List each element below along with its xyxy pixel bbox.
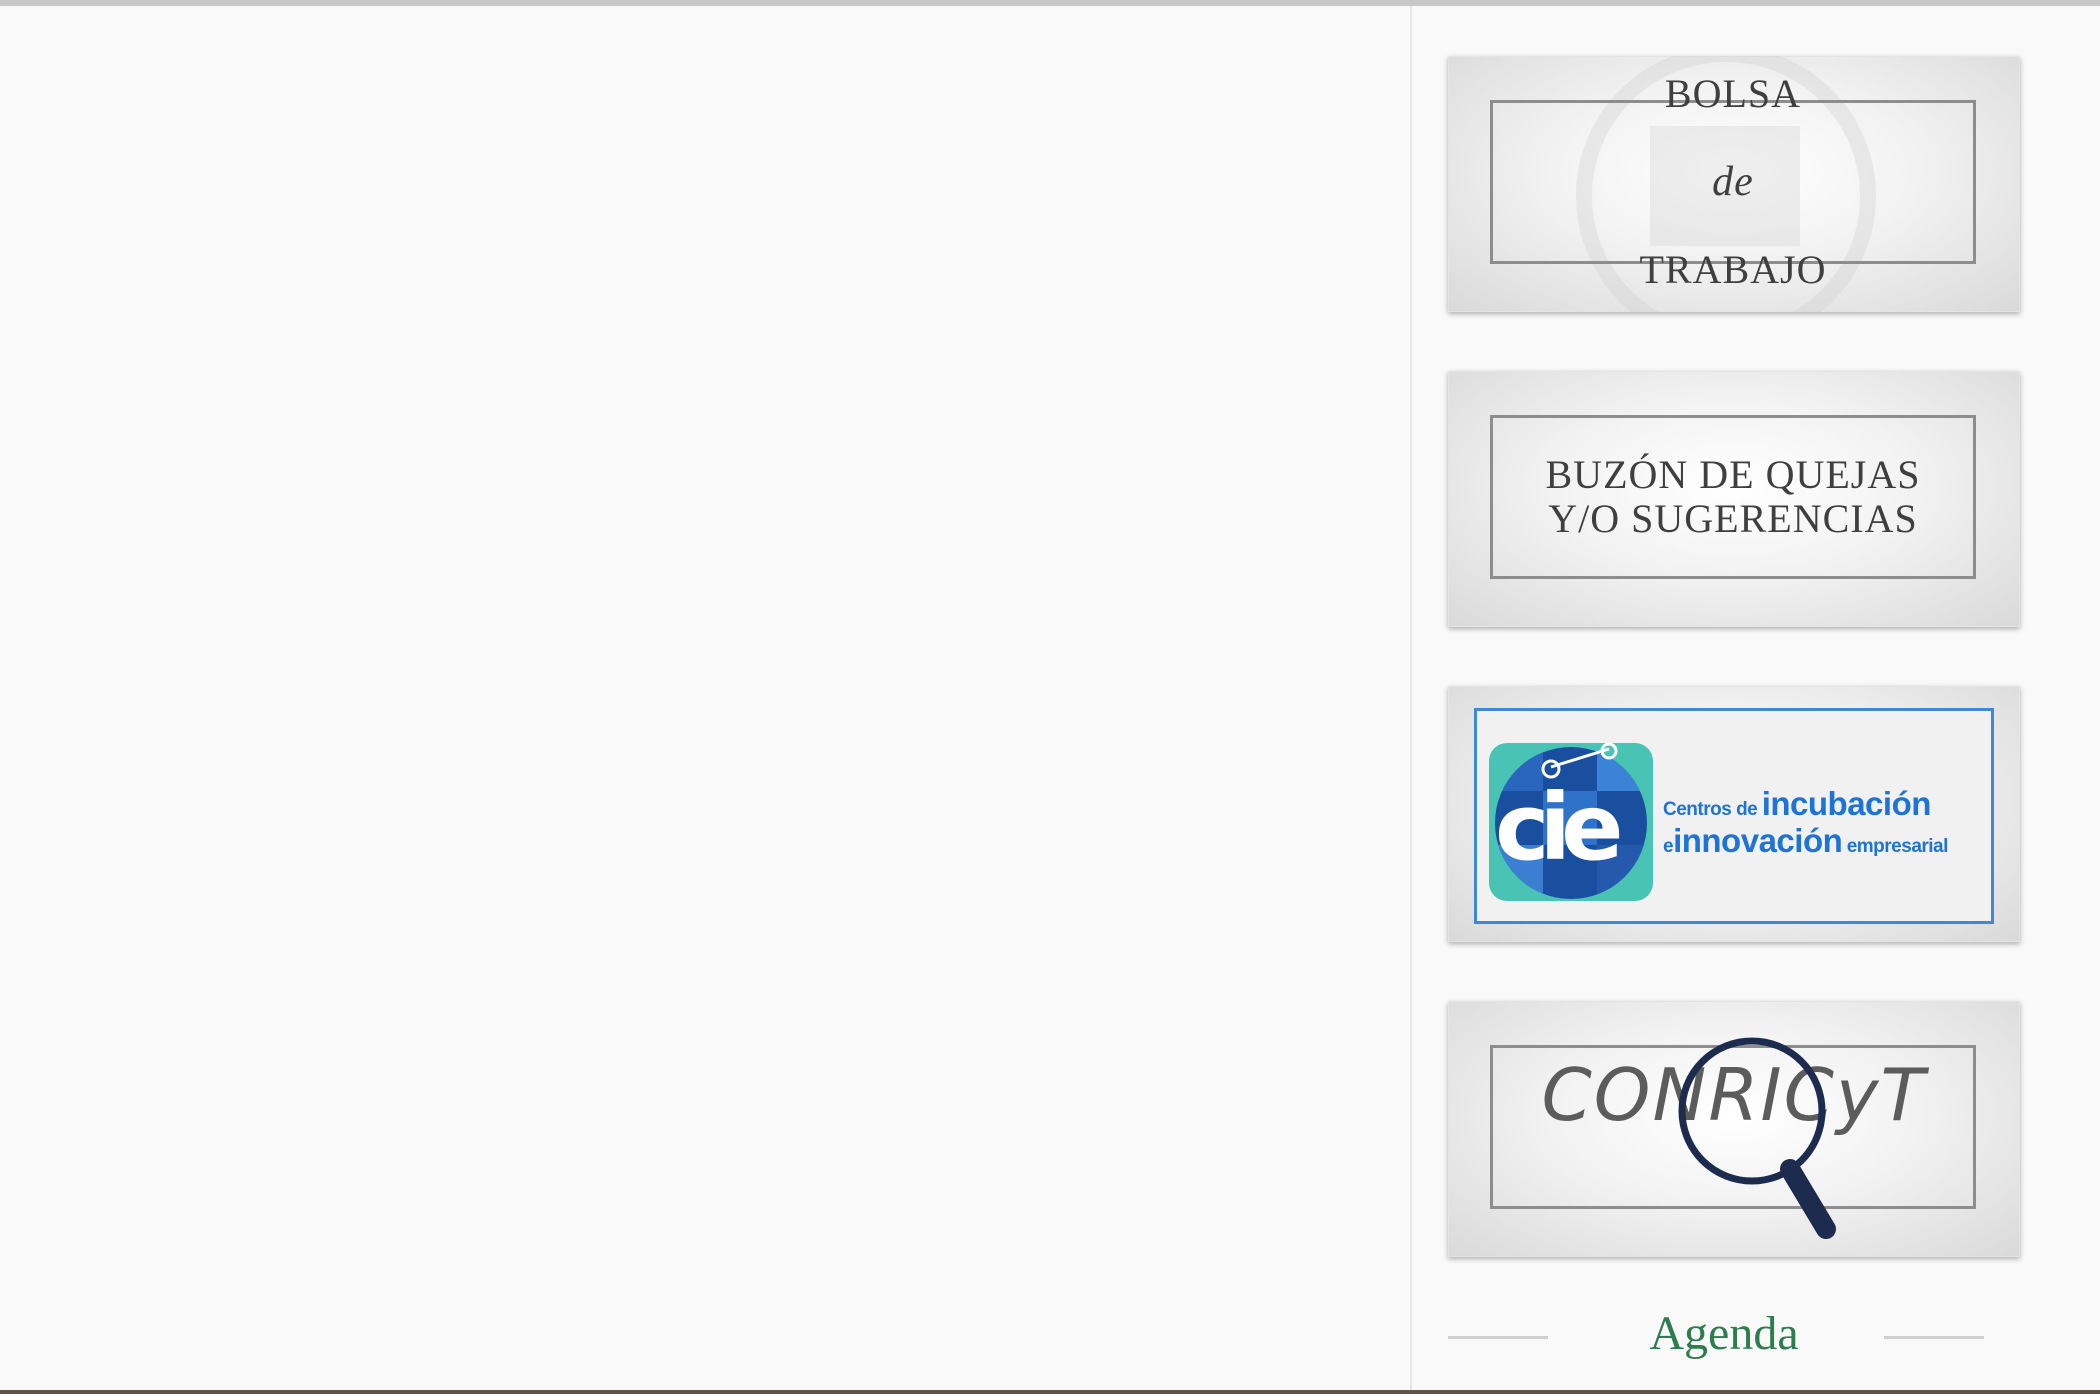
magnifier-icon [1678, 1037, 1836, 1239]
bolsa-line-1: BOLSA [1664, 71, 1802, 116]
cie-line2-small: e [1663, 836, 1674, 857]
buzon-quejas-banner[interactable]: BUZÓN DE QUEJAS Y/O SUGERENCIAS [1448, 371, 2020, 627]
banner-frame: BOLSA de TRABAJO [1490, 72, 1976, 292]
agenda-rule-right [1884, 1336, 1984, 1339]
cie-wordmark: Centros de incubación einnovación empres… [1663, 787, 1949, 863]
agenda-heading: Agenda [1448, 1306, 2020, 1366]
cie-line1-big: incubación [1761, 785, 1932, 822]
cie-box: cie Centros de incubación einnovación em… [1474, 708, 1994, 924]
bolsa-line-2: de [1712, 159, 1754, 205]
cie-line2-big: innovación [1673, 822, 1843, 859]
svg-text:cie: cie [1495, 774, 1619, 881]
conricyt-banner[interactable]: CONRICyT [1448, 1001, 2020, 1257]
cie-line1-small: Centros de [1663, 799, 1758, 820]
cie-banner[interactable]: cie Centros de incubación einnovación em… [1448, 686, 2020, 942]
cie-logo-icon: cie [1489, 742, 1653, 901]
bolsa-line-3: TRABAJO [1639, 247, 1827, 292]
banner-frame: BUZÓN DE QUEJAS Y/O SUGERENCIAS [1490, 415, 1976, 579]
bottom-border [0, 1390, 2100, 1394]
agenda-title: Agenda [1649, 1307, 1799, 1360]
main-content-area [0, 6, 1410, 1392]
cie-line2-tail: empresarial [1846, 836, 1949, 857]
bolsa-caption: BOLSA de TRABAJO [1639, 56, 1826, 312]
bolsa-de-trabajo-banner[interactable]: BOLSA de TRABAJO [1448, 56, 2020, 312]
sidebar: BOLSA de TRABAJO BUZÓN DE QUEJAS Y/O SUG… [1412, 6, 2100, 1390]
buzon-caption: BUZÓN DE QUEJAS Y/O SUGERENCIAS [1545, 452, 1921, 541]
